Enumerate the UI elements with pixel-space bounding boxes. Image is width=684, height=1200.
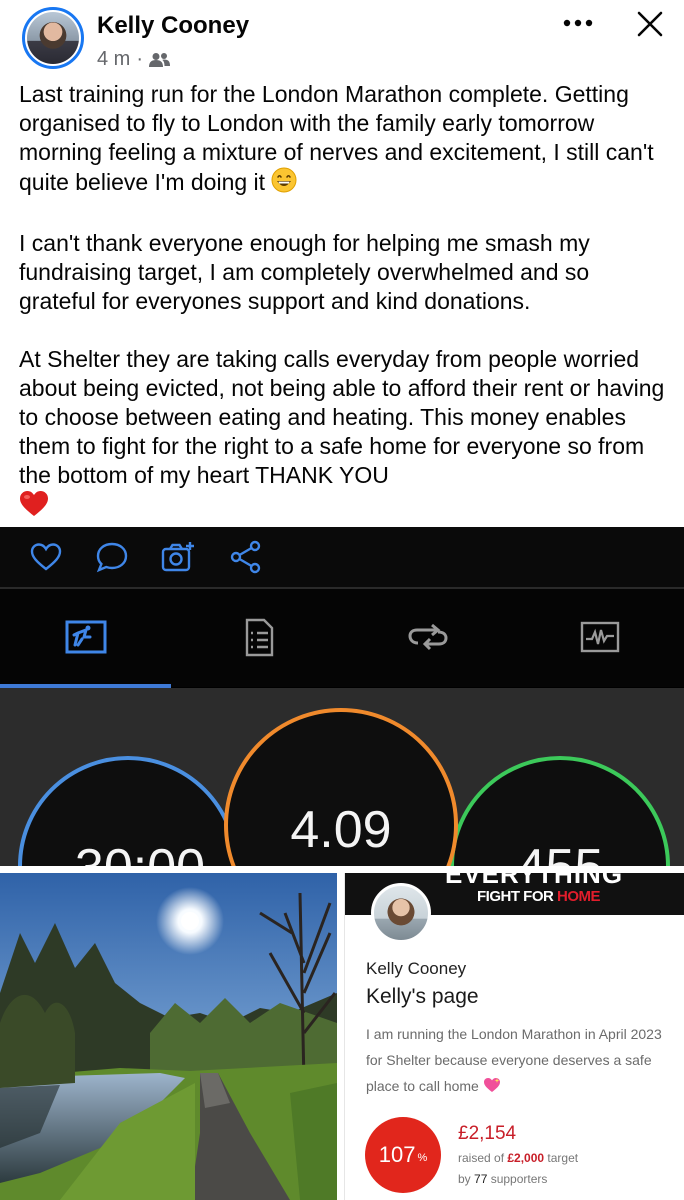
fundraising-page-screenshot[interactable]: EVERYTHING FIGHT FOR HOME Kelly Cooney K… [344,873,684,1200]
percent-raised-badge: 107% [365,1117,441,1193]
post-paragraph: At Shelter they are taking calls everyda… [19,345,669,524]
sparkling-heart-emoji-icon [483,1078,501,1094]
supporters-prefix: by [458,1172,475,1186]
post-paragraph-3: At Shelter they are taking calls everyda… [19,346,665,488]
avatar[interactable] [22,7,84,69]
fundraiser-description: I am running the London Marathon in Apri… [366,1021,671,1099]
fundraiser-page-title: Kelly's page [366,985,479,1008]
post-body: Last training run for the London Maratho… [19,80,669,524]
author-name[interactable]: Kelly Cooney [97,12,249,40]
share-icon[interactable] [228,539,264,575]
post-meta: 4 m · [97,48,171,71]
garmin-stats-panel: 30:00 455 4.09 [0,688,684,866]
comment-icon[interactable] [94,539,130,575]
banner-fight-for-home: FIGHT FOR HOME [477,888,601,905]
fundraiser-name: Kelly Cooney [366,959,467,978]
post-paragraph: Last training run for the London Maratho… [19,80,669,200]
post-paragraph-2: I can't thank everyone enough for helpin… [19,230,590,314]
tab-stats-icon[interactable] [236,617,280,657]
tab-overview-icon[interactable] [64,617,108,657]
post-time[interactable]: 4 m [97,48,130,71]
percent-value: 107 [378,1142,416,1167]
close-button[interactable] [630,6,670,42]
garmin-activity-screenshot: 30:00 455 4.09 [0,527,684,866]
tab-laps-icon[interactable] [406,617,450,657]
percent-sign: % [417,1152,428,1164]
canal-path-photo[interactable] [0,873,337,1200]
supporters-suffix: supporters [487,1172,548,1186]
supporters-count: by 77 supporters [458,1172,547,1186]
friends-audience-icon [149,52,171,68]
add-photo-icon[interactable] [160,539,196,575]
calories-value: 455 [460,838,660,866]
fundraiser-avatar [371,883,431,943]
tab-charts-icon[interactable] [578,617,622,657]
meta-separator: · [136,48,144,70]
close-icon [637,11,663,37]
garmin-tabs [0,589,684,687]
grinning-face-emoji-icon [271,167,297,200]
raised-of-target: raised of £2,000 target [458,1151,578,1165]
garmin-action-bar [0,527,684,587]
post-header: Kelly Cooney 4 m · [0,0,684,80]
target-amount: £2,000 [507,1151,545,1165]
more-options-button[interactable] [558,8,598,38]
fundraiser-description-text: I am running the London Marathon in Apri… [366,1026,662,1094]
banner-home-label: HOME [557,888,601,905]
post-paragraph: I can't thank everyone enough for helpin… [19,229,669,316]
raised-suffix: target [544,1151,579,1165]
post-paragraph-1: Last training run for the London Maratho… [19,81,654,195]
distance-value: 4.09 [290,801,392,859]
raised-prefix: raised of [458,1151,508,1165]
avatar-photo [27,12,79,64]
time-value: 30:00 [40,838,240,866]
heart-like-icon[interactable] [28,539,64,575]
more-dots-icon [563,19,593,27]
supporters-number: 77 [474,1172,488,1186]
amount-raised: £2,154 [458,1123,517,1144]
red-heart-emoji-icon [19,490,49,524]
banner-fight-label: FIGHT FOR [477,888,557,905]
